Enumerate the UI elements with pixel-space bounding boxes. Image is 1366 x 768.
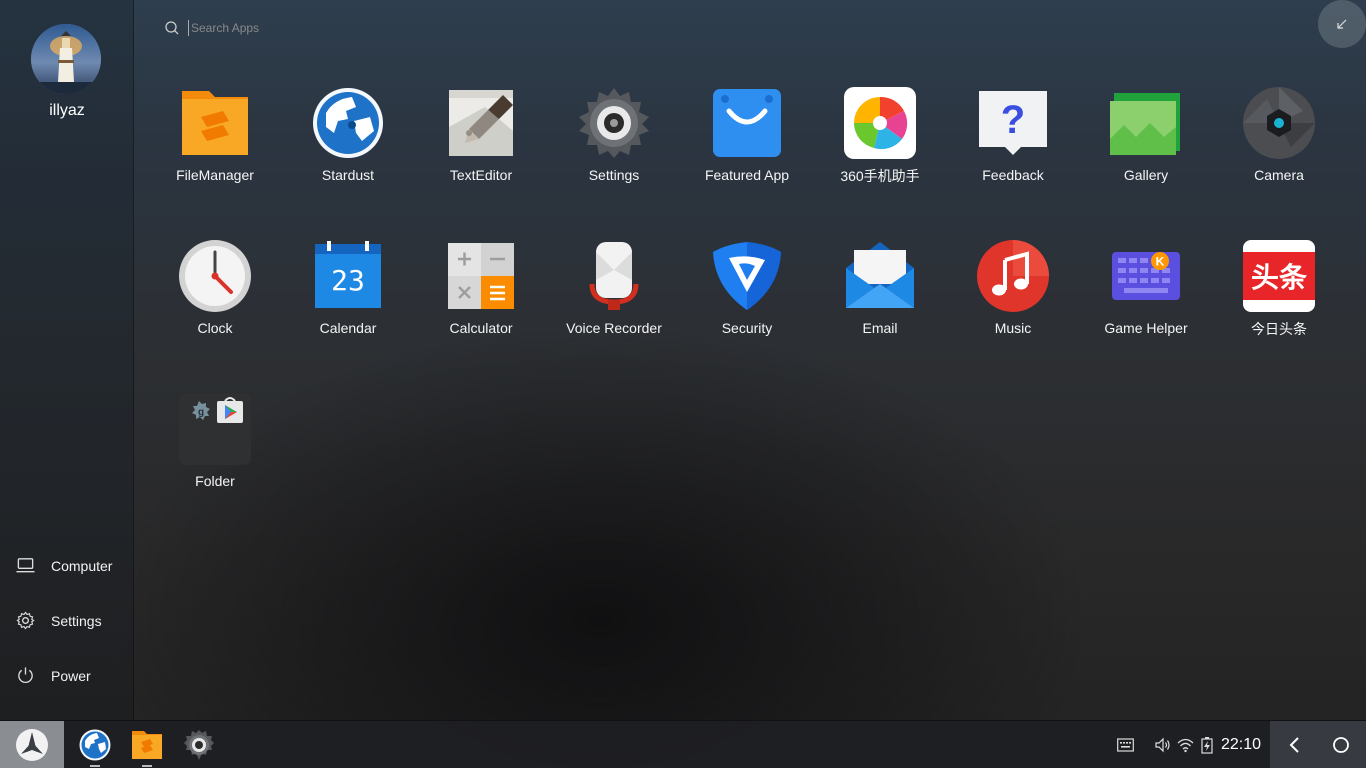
app-texteditor[interactable]: TextEditor — [414, 87, 548, 207]
app-label: TextEditor — [449, 167, 513, 183]
app-label: Camera — [1254, 167, 1304, 183]
camera-icon — [1243, 87, 1315, 159]
app-gallery[interactable]: Gallery — [1079, 87, 1213, 207]
security-shield-icon — [713, 242, 781, 310]
svg-text:g: g — [198, 407, 204, 418]
toutiao-icon: 头条 — [1243, 240, 1315, 312]
app-label: Email — [862, 320, 898, 336]
username: illyaz — [49, 102, 85, 119]
navigation-buttons — [1270, 721, 1366, 768]
search-bar — [164, 20, 388, 36]
app-feedback[interactable]: ? Feedback — [946, 87, 1080, 207]
running-indicator — [142, 765, 152, 767]
calendar-icon: 23 — [315, 241, 381, 308]
360-assistant-icon — [844, 87, 916, 159]
home-icon[interactable] — [1332, 736, 1350, 754]
laptop-icon — [16, 558, 35, 573]
sidebar-power-link[interactable]: Power — [16, 666, 91, 685]
svg-text:K: K — [1156, 255, 1165, 269]
app-clock[interactable]: Clock — [148, 240, 282, 360]
app-label: Stardust — [321, 167, 375, 183]
app-music[interactable]: Music — [946, 240, 1080, 360]
app-label: Music — [994, 320, 1032, 336]
toutiao-badge-text: 头条 — [1251, 261, 1307, 294]
search-input[interactable] — [188, 20, 388, 36]
keyboard-icon[interactable] — [1117, 738, 1134, 752]
music-note-icon — [977, 240, 1049, 312]
app-label: Settings — [588, 167, 640, 183]
stardust-globe-icon[interactable] — [79, 729, 111, 761]
app-label: Clock — [197, 320, 233, 336]
running-indicator — [90, 765, 100, 767]
start-button[interactable] — [0, 721, 64, 768]
app-email[interactable]: Email — [813, 240, 947, 360]
battery-icon — [1201, 737, 1213, 754]
sidebar-computer-link[interactable]: Computer — [16, 556, 112, 575]
app-featured[interactable]: Featured App — [680, 87, 814, 207]
calendar-day: 23 — [331, 264, 365, 297]
app-label: Security — [721, 320, 773, 336]
sidebar-settings-link[interactable]: Settings — [16, 611, 102, 630]
app-label: Voice Recorder — [566, 320, 662, 336]
app-label: FileManager — [176, 167, 254, 183]
app-calculator[interactable]: Calculator — [414, 240, 548, 360]
app-calendar[interactable]: 23 Calendar — [281, 240, 415, 360]
app-stardust[interactable]: Stardust — [281, 87, 415, 207]
calculator-icon — [448, 243, 514, 309]
app-label: Game Helper — [1104, 320, 1188, 336]
gear-icon — [16, 611, 35, 630]
voice-recorder-icon — [589, 242, 639, 310]
clock-time[interactable]: 22:10 — [1221, 736, 1261, 754]
collapse-arrow-icon — [1337, 19, 1347, 29]
app-camera[interactable]: Camera — [1212, 87, 1346, 207]
app-label: Feedback — [982, 167, 1044, 183]
wifi-icon[interactable] — [1177, 737, 1194, 753]
app-label: Folder — [195, 473, 235, 489]
volume-icon[interactable] — [1155, 737, 1171, 753]
settings-gear-icon[interactable] — [183, 729, 215, 761]
app-label: 今日头条 — [1251, 321, 1307, 337]
email-envelope-icon — [846, 242, 914, 308]
collapse-button[interactable] — [1318, 0, 1366, 48]
app-security[interactable]: Security — [680, 240, 814, 360]
gallery-icon — [1110, 93, 1180, 155]
app-game-helper[interactable]: K Game Helper — [1079, 240, 1213, 360]
taskbar: 22:10 — [0, 720, 1366, 768]
file-manager-icon[interactable] — [131, 729, 163, 761]
power-icon — [18, 667, 33, 684]
stardust-globe-icon — [313, 88, 383, 158]
settings-gear-icon — [579, 88, 649, 158]
sidebar-settings-label: Settings — [51, 612, 102, 629]
app-360-assistant[interactable]: 360手机助手 — [813, 87, 947, 207]
back-icon[interactable] — [1286, 736, 1304, 754]
feedback-question-icon: ? — [979, 91, 1047, 155]
app-filemanager[interactable]: FileManager — [148, 87, 282, 207]
svg-text:?: ? — [1001, 98, 1025, 142]
app-voice-recorder[interactable]: Voice Recorder — [547, 240, 681, 360]
app-label: 360手机助手 — [840, 168, 920, 184]
sidebar-computer-label: Computer — [51, 557, 113, 574]
folder-icon: g — [179, 393, 251, 465]
clock-icon — [179, 240, 251, 312]
user-avatar[interactable] — [31, 24, 101, 94]
game-keyboard-icon: K — [1112, 252, 1180, 300]
search-icon — [165, 21, 179, 35]
sidebar-power-label: Power — [51, 667, 91, 684]
app-label: Featured App — [704, 167, 790, 183]
phoenix-logo-icon — [16, 729, 48, 761]
text-editor-icon — [449, 90, 513, 156]
sidebar: illyaz Computer Settings Power — [0, 0, 134, 720]
shopping-bag-icon — [713, 89, 781, 157]
file-manager-icon — [182, 91, 248, 155]
app-label: Gallery — [1123, 167, 1169, 183]
app-toutiao[interactable]: 头条 今日头条 — [1212, 240, 1346, 360]
app-folder[interactable]: g Folder — [148, 393, 282, 513]
app-settings[interactable]: Settings — [547, 87, 681, 207]
app-label: Calendar — [319, 320, 377, 336]
app-label: Calculator — [449, 320, 513, 336]
